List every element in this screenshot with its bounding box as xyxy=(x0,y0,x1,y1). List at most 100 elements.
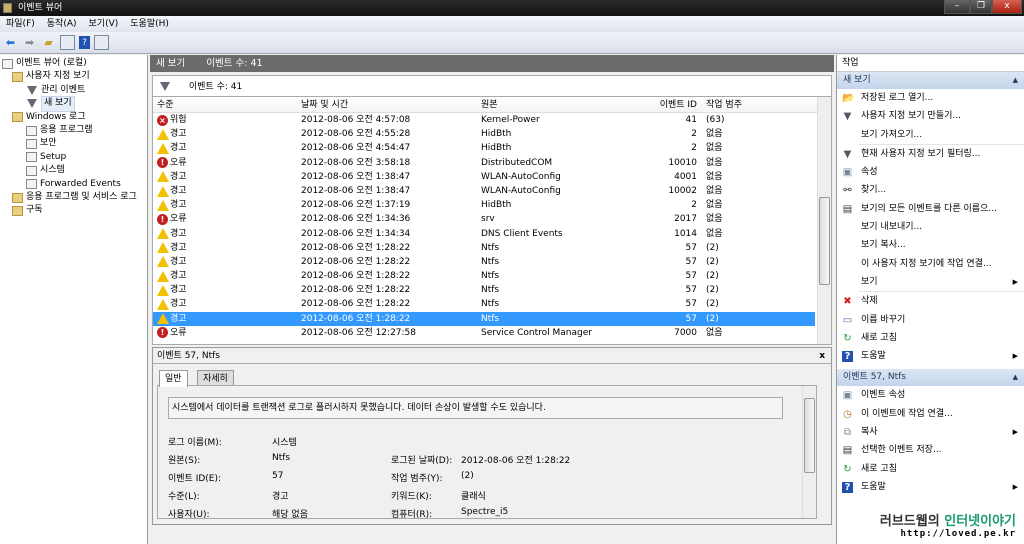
refresh-icon: ↻ xyxy=(843,332,852,344)
action-item[interactable]: 보기 내보내기... xyxy=(837,218,1024,236)
event-row[interactable]: 경고 2012-08-06 오전 1:28:22 Ntfs 57 (2) xyxy=(153,255,831,269)
minimize-button[interactable]: – xyxy=(944,0,970,14)
action-item[interactable]: ▼ 사용자 지정 보기 만들기... xyxy=(837,107,1024,125)
action-item[interactable]: ▣ 속성 xyxy=(837,163,1024,181)
event-row[interactable]: 경고 2012-08-06 오전 1:37:19 HidBth 2 없음 xyxy=(153,198,831,212)
collapse-icon[interactable]: ▲ xyxy=(1013,72,1018,89)
column-date-time[interactable]: 날짜 및 시간 xyxy=(301,97,348,113)
tab-general[interactable]: 일반 xyxy=(159,370,188,387)
action-item[interactable]: 보기 복사... xyxy=(837,236,1024,254)
warning-icon xyxy=(157,256,169,268)
event-id-label: 이벤트 ID(E): xyxy=(168,474,222,484)
action-item[interactable]: ▭ 이름 바꾸기 xyxy=(837,311,1024,329)
warning-icon xyxy=(157,142,169,154)
menu-action[interactable]: 동작(A) xyxy=(47,16,77,32)
event-row[interactable]: 경고 2012-08-06 오전 1:28:22 Ntfs 57 (2) xyxy=(153,297,831,311)
tree-item[interactable]: 응용 프로그램 xyxy=(0,124,147,137)
show-hide-action-pane-icon[interactable] xyxy=(94,35,109,50)
event-row[interactable]: 경고 2012-08-06 오전 4:54:47 HidBth 2 없음 xyxy=(153,141,831,155)
event-row[interactable]: ! 오류 2012-08-06 오전 3:58:18 DistributedCOM 10… xyxy=(153,156,831,170)
tree-item[interactable]: 보안 xyxy=(0,137,147,150)
section-event[interactable]: 이벤트 57, Ntfs ▲ xyxy=(837,369,1024,387)
action-item[interactable]: 이 사용자 지정 보기에 작업 연결... xyxy=(837,255,1024,273)
event-row[interactable]: ! 오류 2012-08-06 오전 12:27:58 Service Control… xyxy=(153,326,831,340)
action-item[interactable]: 📂 저장된 로그 열기... xyxy=(837,89,1024,107)
event-row[interactable]: 경고 2012-08-06 오전 1:28:22 Ntfs 57 (2) xyxy=(153,241,831,255)
tree-item-label: 시스템 xyxy=(40,165,65,176)
tree-item[interactable]: 새 보기 xyxy=(0,96,147,112)
menu-help[interactable]: 도움말(H) xyxy=(130,16,169,32)
tree-item[interactable]: 시스템 xyxy=(0,164,147,177)
column-source[interactable]: 원본 xyxy=(481,97,498,113)
level-cell: × 위험 xyxy=(157,113,187,127)
event-row[interactable]: 경고 2012-08-06 오전 1:38:47 WLAN-AutoConfig 10… xyxy=(153,184,831,198)
tree-item[interactable]: 관리 이벤트 xyxy=(0,84,147,97)
action-item[interactable]: ↻ 새로 고침 xyxy=(837,329,1024,347)
event-row[interactable]: 경고 2012-08-06 오전 1:28:22 Ntfs 57 (2) xyxy=(153,269,831,283)
tree-item[interactable]: 이벤트 뷰어 (로컬) xyxy=(0,57,147,70)
event-row[interactable]: 경고 2012-08-06 오전 4:55:28 HidBth 2 없음 xyxy=(153,127,831,141)
tree-item[interactable]: 응용 프로그램 및 서비스 로그 xyxy=(0,191,147,204)
action-item[interactable]: ◷ 이 이벤트에 작업 연결... xyxy=(837,405,1024,423)
source-cell: HidBth xyxy=(481,200,512,211)
action-label: 저장된 로그 열기... xyxy=(861,93,934,103)
collapse-icon[interactable]: ▲ xyxy=(1013,369,1018,386)
action-item[interactable]: ▤ 선택한 이벤트 저장... xyxy=(837,441,1024,459)
event-row[interactable]: 경고 2012-08-06 오전 1:34:34 DNS Client Events… xyxy=(153,227,831,241)
filter-bar: 이벤트 수: 41 xyxy=(152,75,832,97)
column-event-id[interactable]: 이벤트 ID xyxy=(623,97,697,113)
tree-item[interactable]: Forwarded Events xyxy=(0,178,147,191)
level-text: 경고 xyxy=(170,299,187,310)
event-row[interactable]: ! 오류 2012-08-06 오전 1:34:36 srv 2017 없음 xyxy=(153,212,831,226)
event-id-cell: 2 xyxy=(691,129,697,140)
show-hide-tree-icon[interactable] xyxy=(60,35,75,50)
log-name-label: 로그 이름(M): xyxy=(168,438,222,448)
filter-icon: ▼ xyxy=(843,111,852,123)
up-folder-icon[interactable]: ▰ xyxy=(41,35,56,50)
detail-scrollbar-thumb[interactable] xyxy=(804,398,815,473)
level-cell: 경고 xyxy=(157,312,187,326)
tree-item[interactable]: 사용자 지정 보기 xyxy=(0,70,147,83)
tree-item[interactable]: Windows 로그 xyxy=(0,111,147,124)
detail-scrollbar[interactable] xyxy=(802,386,816,518)
action-item[interactable]: ✖ 삭제 xyxy=(837,292,1024,310)
close-detail-icon[interactable]: x xyxy=(819,348,825,364)
tab-details[interactable]: 자세히 xyxy=(197,370,234,386)
action-item[interactable]: 보기 ▶ xyxy=(837,273,1024,291)
action-item[interactable]: ? 도움말 ▶ xyxy=(837,478,1024,496)
action-item[interactable]: ↻ 새로 고침 xyxy=(837,460,1024,478)
action-item[interactable]: ▣ 이벤트 속성 xyxy=(837,386,1024,404)
action-item[interactable]: ? 도움말 ▶ xyxy=(837,347,1024,365)
tree-item-label: 사용자 지정 보기 xyxy=(26,71,90,82)
action-item[interactable]: ⧉ 복사 ▶ xyxy=(837,423,1024,441)
restore-button[interactable]: ❐ xyxy=(970,0,992,14)
section-new-view[interactable]: 새 보기 ▲ xyxy=(837,72,1024,89)
forward-icon[interactable]: ➡ xyxy=(22,35,37,50)
tree-item[interactable]: Setup xyxy=(0,151,147,164)
scrollbar-thumb[interactable] xyxy=(819,197,830,285)
action-item[interactable]: ▤ 보기의 모든 이벤트를 다른 이름으... xyxy=(837,200,1024,218)
tree-item[interactable]: 구독 xyxy=(0,204,147,217)
task-category-cell: 없음 xyxy=(706,171,723,182)
event-row[interactable]: 경고 2012-08-06 오전 1:38:47 WLAN-AutoConfig 40… xyxy=(153,170,831,184)
event-id-cell: 57 xyxy=(685,313,697,324)
event-row[interactable]: 경고 2012-08-06 오전 1:28:22 Ntfs 57 (2) xyxy=(153,283,831,297)
menu-file[interactable]: 파일(F) xyxy=(6,16,35,32)
event-row[interactable]: 경고 2012-08-06 오전 1:28:22 Ntfs 57 (2) xyxy=(153,311,815,326)
date-time-cell: 2012-08-06 오전 12:27:58 xyxy=(301,327,417,338)
help-icon[interactable]: ? xyxy=(79,36,90,49)
back-icon[interactable]: ⬅ xyxy=(3,35,18,50)
action-item[interactable]: ▼ 현재 사용자 지정 보기 필터링... xyxy=(837,145,1024,163)
close-button[interactable]: x xyxy=(992,0,1022,14)
column-task-category[interactable]: 작업 범주 xyxy=(706,97,742,113)
warning-icon xyxy=(157,284,169,296)
task-category-cell: (63) xyxy=(706,115,725,125)
date-time-cell: 2012-08-06 오전 1:34:34 xyxy=(301,228,411,239)
column-level[interactable]: 수준 xyxy=(157,97,174,113)
event-list-scrollbar[interactable] xyxy=(817,97,831,344)
action-item[interactable]: 보기 가져오기... xyxy=(837,126,1024,144)
task-category-cell: 없음 xyxy=(706,327,723,338)
event-row[interactable]: × 위험 2012-08-06 오전 4:57:08 Kernel-Power 41 (6… xyxy=(153,113,831,127)
menu-view[interactable]: 보기(V) xyxy=(89,16,119,32)
action-item[interactable]: ⚯ 찾기... xyxy=(837,181,1024,199)
